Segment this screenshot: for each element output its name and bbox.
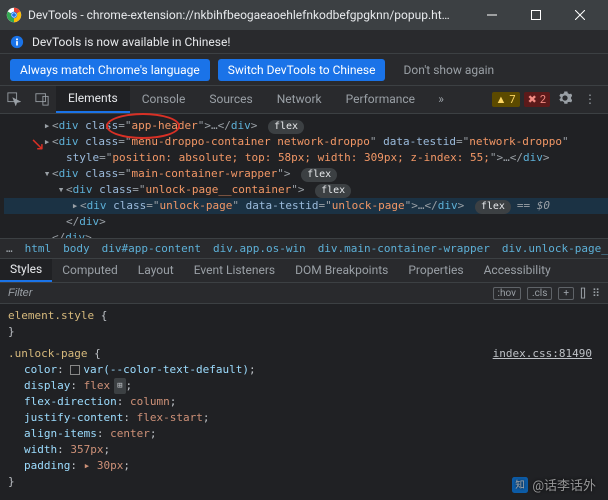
subtab-computed[interactable]: Computed: [52, 259, 128, 282]
switch-language-button[interactable]: Switch DevTools to Chinese: [218, 59, 386, 81]
infobar-message: DevTools is now available in Chinese!: [32, 35, 598, 49]
styles-toolbar-icon[interactable]: ⠿: [592, 287, 600, 300]
tab-sources[interactable]: Sources: [197, 86, 264, 113]
tab-performance[interactable]: Performance: [334, 86, 427, 113]
styles-filter-row: :hov .cls + [] ⠿: [0, 283, 608, 304]
styles-filter-input[interactable]: [0, 283, 493, 303]
breadcrumb-item[interactable]: html: [25, 242, 52, 255]
warning-icon: ▲: [496, 93, 507, 106]
css-rule[interactable]: element.style {}: [8, 308, 600, 340]
settings-button[interactable]: [554, 91, 576, 108]
elements-dom-tree[interactable]: ▸<div class="app-header">…</div> flex▸<d…: [0, 114, 608, 238]
breadcrumb-item[interactable]: div.main-container-wrapper: [318, 242, 490, 255]
flex-badge[interactable]: flex: [315, 184, 351, 198]
styles-toolbar-button[interactable]: +: [558, 287, 574, 300]
window-title: DevTools - chrome-extension://nkbihfbeog…: [28, 8, 470, 22]
breadcrumb-item[interactable]: div.app.os-win: [213, 242, 306, 255]
css-declaration[interactable]: display: flex⊞;: [8, 378, 600, 394]
breadcrumb-item[interactable]: …: [6, 242, 13, 255]
styles-pane[interactable]: element.style {} index.css:81490.unlock-p…: [0, 304, 608, 500]
errors-count: 2: [540, 93, 546, 106]
dom-tree-node[interactable]: ▸<div class="unlock-page" data-testid="u…: [4, 198, 608, 214]
styles-subtabbar: StylesComputedLayoutEvent ListenersDOM B…: [0, 259, 608, 283]
css-declaration[interactable]: align-items: center;: [8, 426, 600, 442]
flex-badge[interactable]: flex: [475, 200, 511, 214]
errors-badge[interactable]: ✖ 2: [524, 92, 550, 107]
devtools-logo-icon: [6, 7, 22, 23]
main-tabbar: ElementsConsoleSourcesNetworkPerformance…: [0, 86, 608, 114]
dom-tree-node[interactable]: ▾<div class="main-container-wrapper"> fl…: [4, 166, 608, 182]
dom-tree-node[interactable]: ▾<div class="unlock-page__container"> fl…: [4, 182, 608, 198]
dom-tree-node[interactable]: ▸<div class="app-header">…</div> flex: [4, 118, 608, 134]
subtab-properties[interactable]: Properties: [398, 259, 473, 282]
error-icon: ✖: [528, 93, 537, 106]
warnings-count: 7: [509, 93, 515, 106]
subtab-accessibility[interactable]: Accessibility: [474, 259, 561, 282]
device-toolbar-button[interactable]: [28, 85, 56, 113]
window-maximize-button[interactable]: [514, 0, 558, 30]
inspect-element-button[interactable]: [0, 85, 28, 113]
css-declaration[interactable]: color: var(--color-text-default);: [8, 362, 600, 378]
dom-breadcrumb[interactable]: … html body div#app-content div.app.os-win di…: [0, 238, 608, 259]
breadcrumb-item[interactable]: div.unlock-page__contai: [502, 242, 608, 255]
css-declaration[interactable]: width: 357px;: [8, 442, 600, 458]
css-declaration[interactable]: padding: ▸ 30px;: [8, 458, 600, 474]
tab-network[interactable]: Network: [265, 86, 334, 113]
dom-tree-node[interactable]: </div>: [4, 214, 608, 230]
info-icon: [10, 35, 24, 49]
infobar-actions: Always match Chrome's language Switch De…: [0, 54, 608, 85]
styles-toolbar-icon[interactable]: []: [580, 287, 586, 300]
flex-badge[interactable]: flex: [268, 120, 304, 134]
dom-tree-node[interactable]: style="position: absolute; top: 58px; wi…: [4, 150, 608, 166]
css-declaration[interactable]: justify-content: flex-start;: [8, 410, 600, 426]
dismiss-infobar-button[interactable]: Don't show again: [393, 59, 504, 81]
warnings-badge[interactable]: ▲ 7: [492, 92, 520, 107]
subtab-event-listeners[interactable]: Event Listeners: [184, 259, 285, 282]
css-rule[interactable]: index.css:81490.unlock-page {color: var(…: [8, 346, 600, 490]
devtools-locale-infobar: DevTools is now available in Chinese!: [0, 30, 608, 54]
styles-toolbar-button[interactable]: :hov: [493, 287, 521, 300]
dom-tree-node[interactable]: ▸<div class="menu-droppo-container netwo…: [4, 134, 608, 150]
dom-tree-node[interactable]: </div>: [4, 230, 608, 238]
tab-elements[interactable]: Elements: [56, 86, 130, 113]
subtab-styles[interactable]: Styles: [0, 259, 52, 282]
always-match-language-button[interactable]: Always match Chrome's language: [10, 59, 210, 81]
window-titlebar: DevTools - chrome-extension://nkbihfbeog…: [0, 0, 608, 30]
breadcrumb-item[interactable]: div#app-content: [102, 242, 201, 255]
tab-console[interactable]: Console: [130, 86, 198, 113]
styles-toolbar-button[interactable]: .cls: [527, 287, 552, 300]
subtab-layout[interactable]: Layout: [128, 259, 184, 282]
more-tabs-button[interactable]: »: [427, 85, 455, 113]
window-minimize-button[interactable]: [470, 0, 514, 30]
window-close-button[interactable]: [558, 0, 602, 30]
flex-editor-icon[interactable]: ⊞: [114, 378, 125, 394]
breadcrumb-item[interactable]: body: [63, 242, 90, 255]
more-options-button[interactable]: ⋮: [580, 92, 600, 106]
css-source-link[interactable]: index.css:81490: [493, 346, 592, 362]
flex-badge[interactable]: flex: [301, 168, 337, 182]
css-declaration[interactable]: flex-direction: column;: [8, 394, 600, 410]
subtab-dom-breakpoints[interactable]: DOM Breakpoints: [285, 259, 398, 282]
